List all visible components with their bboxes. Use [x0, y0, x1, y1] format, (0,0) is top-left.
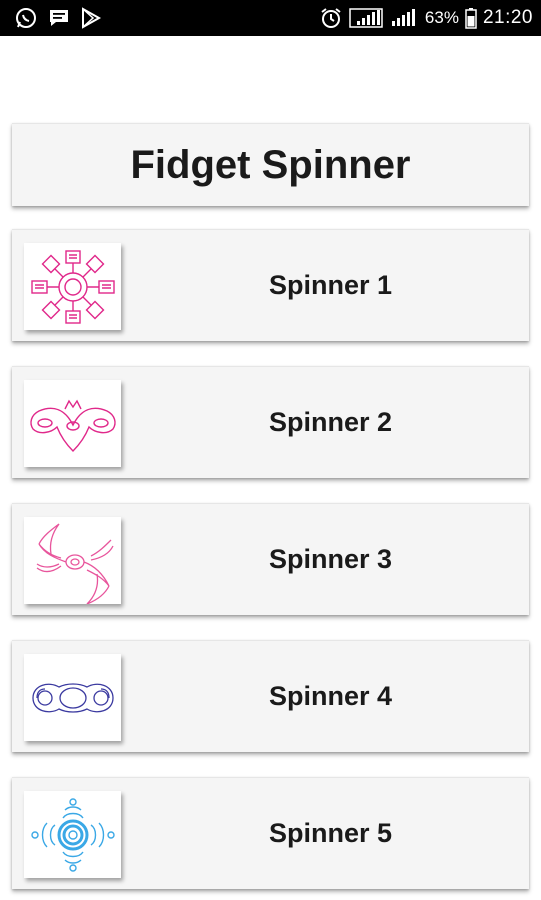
- spinner-4-thumbnail: [24, 654, 121, 741]
- battery-percent: 63%: [424, 8, 459, 27]
- spinner-item-3[interactable]: Spinner 3: [12, 503, 529, 615]
- page-title: Fidget Spinner: [130, 142, 411, 187]
- spinner-label: Spinner 3: [268, 544, 393, 574]
- spinner-label: Spinner 1: [268, 270, 393, 300]
- play-store-icon: [80, 7, 102, 29]
- spinner-5-icon: [30, 797, 115, 872]
- spinner-1-thumbnail: [24, 243, 121, 330]
- spinner-label: Spinner 5: [268, 818, 393, 848]
- spinner-3-icon: [36, 522, 114, 604]
- signal-icon: [389, 7, 419, 29]
- spinner-item-5[interactable]: Spinner 5: [12, 777, 529, 889]
- spinner-item-2[interactable]: Spinner 2: [12, 366, 529, 478]
- spinner-label: Spinner 4: [268, 681, 393, 711]
- message-icon: [48, 8, 70, 28]
- spinner-item-4[interactable]: Spinner 4: [12, 640, 529, 752]
- spinner-2-icon: [29, 399, 116, 452]
- status-bar: 63% 21:20: [0, 0, 541, 36]
- spinner-label: Spinner 2: [268, 407, 393, 437]
- spinner-item-1[interactable]: Spinner 1: [12, 229, 529, 341]
- spinner-1-icon: [30, 249, 115, 324]
- clock: 21:20: [482, 7, 533, 28]
- signal-icon: [349, 7, 383, 29]
- spinner-4-icon: [31, 682, 114, 713]
- spinner-5-thumbnail: [24, 791, 121, 878]
- spinner-3-thumbnail: [24, 517, 121, 604]
- whatsapp-icon: [14, 6, 38, 30]
- spinner-2-thumbnail: [24, 380, 121, 467]
- alarm-icon: [319, 6, 343, 30]
- title-card: Fidget Spinner: [12, 123, 529, 206]
- battery-icon: [465, 7, 477, 29]
